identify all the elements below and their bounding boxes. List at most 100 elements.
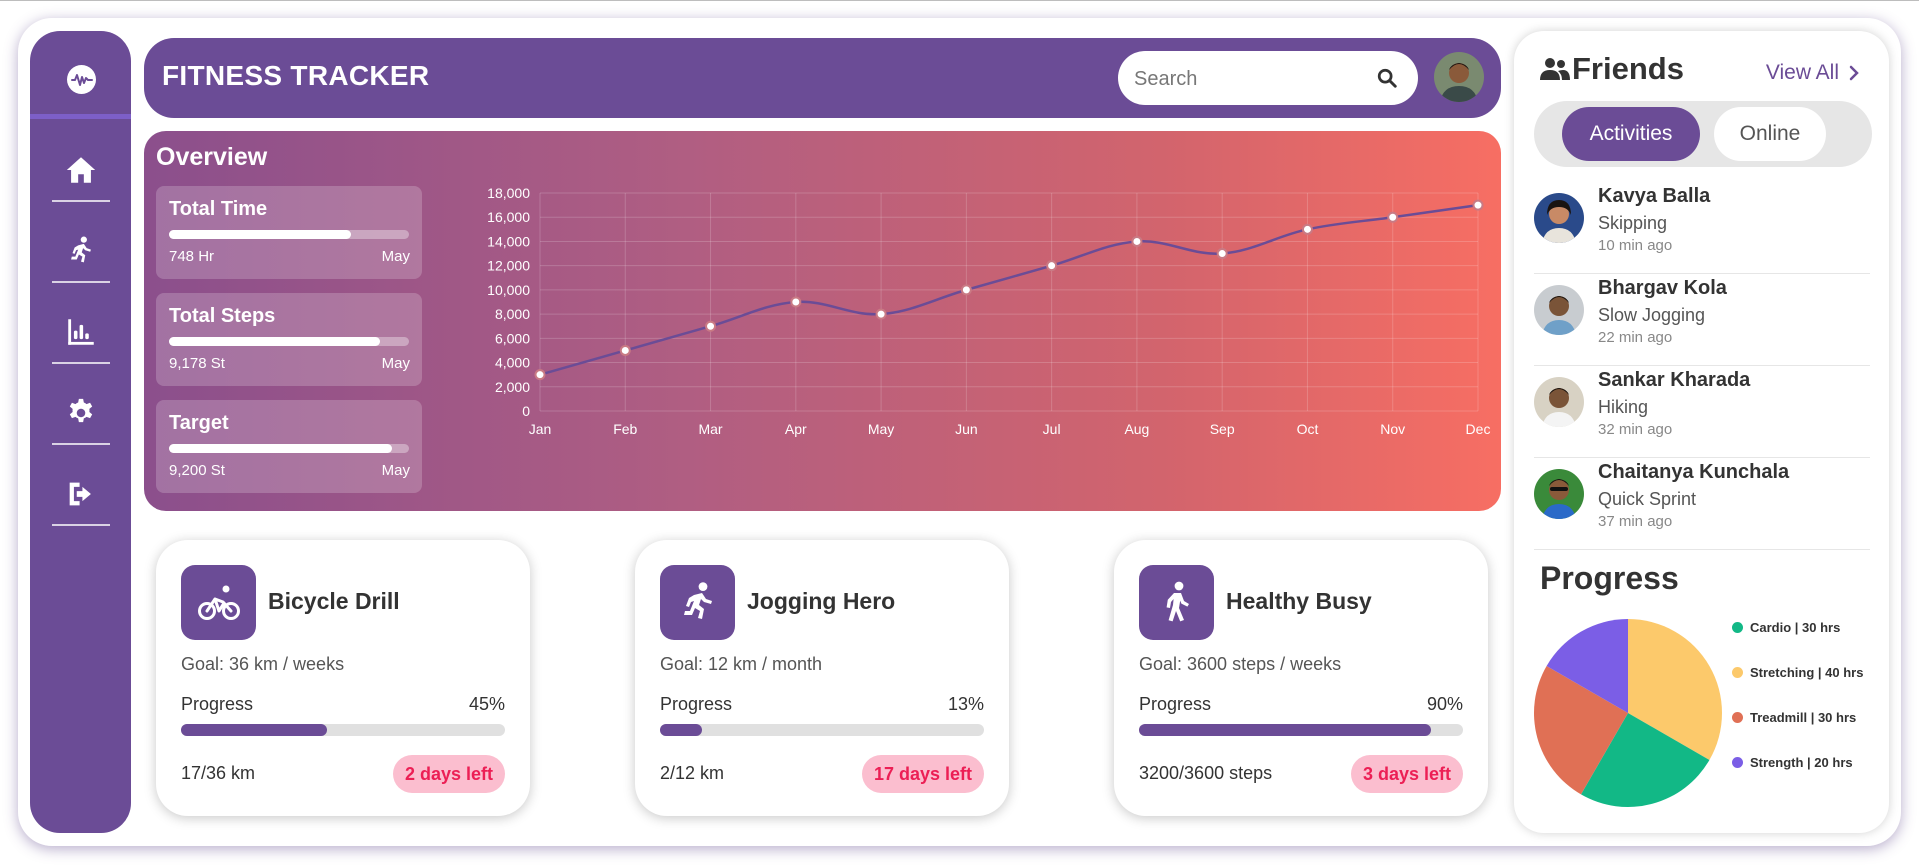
stat-value: 748 Hr [169,248,215,265]
search-box [1118,51,1418,107]
goal-progress-label: Progress [660,694,733,714]
nav-stats[interactable] [52,302,110,364]
stat-title: Total Steps [169,305,276,327]
y-tick-label: 6,000 [495,330,530,346]
friend-item[interactable]: Sankar Kharada Hiking 32 min ago [1534,365,1870,458]
stat-title: Total Time [169,198,268,220]
overview-title: Overview [156,143,268,171]
friend-avatar [1534,469,1584,519]
legend-label: Cardio | 30 hrs [1750,619,1841,635]
goal-percent: 13% [947,694,984,714]
goal-card-bicycle-drill[interactable]: Bicycle Drill Goal: 36 km / weeks Progre… [156,540,530,816]
days-left-badge: 17 days left [861,755,984,793]
y-tick-label: 8,000 [495,306,530,322]
users-icon [1540,58,1570,80]
search-input[interactable] [1132,51,1366,107]
x-tick-label: Sep [1210,421,1235,437]
stat-card-total-time[interactable]: Total Time 748 Hr May [156,186,422,279]
goal-title: Bicycle Drill [268,588,400,614]
goal-card-healthy-busy[interactable]: Healthy Busy Goal: 3600 steps / weeks Pr… [1114,540,1488,816]
overview-line-chart: 0 2,000 4,000 6,000 8,000 10,000 12,000 14,000 1… [487,185,1491,437]
days-left-badge: 3 days left [1350,755,1463,793]
goal-completed: 17/36 km [181,763,256,783]
y-tick-label: 0 [522,403,530,419]
data-point [790,296,802,308]
legend-label: Treadmill | 30 hrs [1750,709,1857,725]
goal-card-jogging-hero[interactable]: Jogging Hero Goal: 12 km / month Progres… [635,540,1009,816]
x-tick-label: Mar [698,421,722,437]
goal-completed: 3200/3600 steps [1139,763,1273,783]
data-point [1301,223,1313,235]
y-tick-label: 12,000 [487,258,530,274]
stat-card-target[interactable]: Target 9,200 St May [156,400,422,493]
stat-progress-fill [169,337,381,346]
y-tick-label: 10,000 [487,282,530,298]
data-point [875,308,887,320]
legend-dot [1732,666,1743,678]
logout-icon [69,482,91,506]
x-tick-label: Jul [1043,421,1061,437]
nav-logout[interactable] [52,464,110,526]
friend-time: 32 min ago [1598,421,1673,438]
stat-period: May [381,462,410,479]
stat-period: May [381,355,410,372]
header-bar: FITNESS TRACKER [144,38,1501,118]
friend-avatar [1534,285,1584,335]
nav-settings[interactable] [52,383,110,445]
stat-period: May [381,248,410,265]
legend-dot [1732,621,1743,633]
nav-home[interactable] [52,140,110,202]
x-tick-label: Jun [955,421,978,437]
goal-progress-track [1139,724,1463,736]
friend-name: Kavya Balla [1598,185,1711,207]
stat-value: 9,200 St [169,462,225,479]
x-tick-label: May [868,421,894,437]
nav-activity[interactable] [52,221,110,283]
legend-item-cardio: Cardio | 30 hrs [1732,617,1887,637]
walking-icon [1166,581,1189,621]
x-tick-label: Dec [1466,421,1491,437]
stat-progress-track [169,444,409,453]
goal-progress-fill [181,724,327,736]
goal-percent: 45% [468,694,505,714]
view-all-link[interactable]: View All [1766,61,1863,85]
data-point [534,369,546,381]
tab-online[interactable]: Online [1714,107,1826,161]
friend-name: Bhargav Kola [1598,277,1727,299]
app-title: FITNESS TRACKER [162,60,430,91]
data-point [1472,199,1484,211]
friend-activity: Slow Jogging [1598,305,1706,325]
goal-target: Goal: 12 km / month [660,654,823,674]
goal-progress-track [181,724,505,736]
friend-avatar [1534,377,1584,427]
friend-item[interactable]: Chaitanya Kunchala Quick Sprint 37 min a… [1534,457,1870,550]
legend-item-strength: Strength | 20 hrs [1732,752,1887,772]
data-point [1046,260,1058,272]
data-point [960,284,972,296]
friend-item[interactable]: Kavya Balla Skipping 10 min ago [1534,181,1870,274]
friend-activity: Skipping [1598,213,1668,233]
x-tick-label: Oct [1297,421,1319,437]
running-icon [71,236,91,263]
y-tick-label: 4,000 [495,355,530,371]
friend-name: Chaitanya Kunchala [1598,461,1790,483]
user-avatar[interactable] [1434,52,1484,102]
logo-icon[interactable] [67,65,96,94]
tab-activities[interactable]: Activities [1562,107,1700,161]
friend-avatar [1534,193,1584,243]
goal-icon-box [660,565,735,640]
x-tick-label: Jan [529,421,552,437]
view-all-label: View All [1765,61,1839,84]
goal-title: Healthy Busy [1226,588,1372,614]
legend-dot [1732,756,1743,768]
goal-icon-box [1139,565,1214,640]
data-point [619,344,631,356]
stat-card-total-steps[interactable]: Total Steps 9,178 St May [156,293,422,386]
friend-item[interactable]: Bhargav Kola Slow Jogging 22 min ago [1534,273,1870,366]
y-tick-label: 16,000 [487,209,530,225]
progress-pie-chart [1534,619,1722,807]
friends-header: Friends [1540,51,1684,87]
y-tick-label: 2,000 [495,379,530,395]
search-icon[interactable] [1376,67,1398,89]
legend-item-treadmill: Treadmill | 30 hrs [1732,707,1887,727]
